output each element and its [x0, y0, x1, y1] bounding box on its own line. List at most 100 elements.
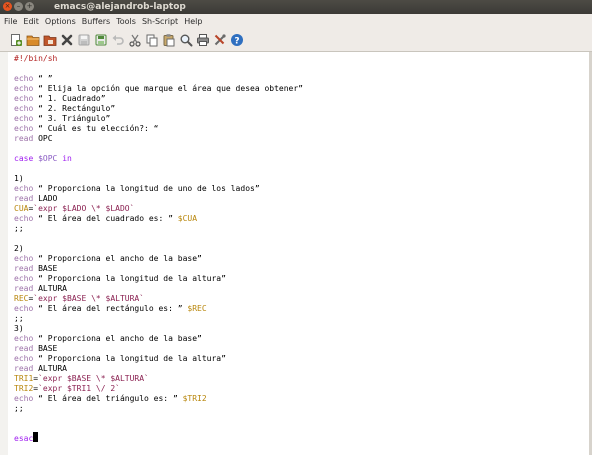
window-title: emacs@alejandrob-laptop	[54, 2, 186, 12]
text-cursor	[33, 432, 38, 442]
code-line: read ALTURA	[14, 364, 67, 374]
code-token: BASE	[33, 264, 58, 273]
menu-edit[interactable]: Edit	[20, 14, 42, 29]
code-line: read BASE	[14, 344, 57, 354]
code-token: $CUA	[177, 214, 198, 223]
cut-icon[interactable]	[128, 33, 142, 47]
code-token: echo	[14, 334, 34, 343]
code-token: “ El área del triángulo es: ”	[33, 394, 183, 403]
open-folder-icon[interactable]	[26, 33, 40, 47]
code-token: echo	[14, 94, 34, 103]
code-line: echo “ ”	[14, 74, 53, 84]
code-token: “ 3. Triángulo”	[33, 114, 111, 123]
code-token: read	[14, 364, 34, 373]
code-token: “ Proporciona el ancho de la base”	[33, 334, 202, 343]
code-token: esac	[14, 434, 34, 443]
title-bar[interactable]: × – + emacs@alejandrob-laptop	[0, 0, 592, 14]
code-token: “ Elija la opción que marque el área que…	[33, 84, 303, 93]
code-token: BASE	[33, 344, 58, 353]
new-file-icon[interactable]	[9, 33, 23, 47]
code-token: echo	[14, 124, 34, 133]
menu-options[interactable]: Options	[42, 14, 79, 29]
code-line: CUA=`expr $LADO \* $LADO`	[14, 204, 134, 214]
paste-icon[interactable]	[162, 33, 176, 47]
code-line: echo “ Cuál es tu elección?: “	[14, 124, 159, 134]
code-line: ;;	[14, 314, 24, 324]
copy-icon[interactable]	[145, 33, 159, 47]
code-token: read	[14, 284, 34, 293]
code-token: `expr $BASE \* $ALTURA`	[33, 294, 145, 303]
code-line: echo “ Elija la opción que marque el áre…	[14, 84, 303, 94]
code-token: echo	[14, 214, 34, 223]
menu-tools[interactable]: Tools	[113, 14, 139, 29]
code-line: #!/bin/sh	[14, 54, 57, 64]
save-icon[interactable]	[77, 33, 91, 47]
menu-sh-script[interactable]: Sh-Script	[139, 14, 181, 29]
code-line: echo “ El área del cuadrado es: ” $CUA	[14, 214, 197, 224]
code-line: echo “ El área del rectángulo es: ” $REC	[14, 304, 207, 314]
code-token: echo	[14, 114, 34, 123]
code-line: ;;	[14, 224, 24, 234]
code-token: “ Proporciona la longitud de uno de los …	[33, 184, 260, 193]
code-line: echo “ Proporciona la longitud de la alt…	[14, 274, 226, 284]
code-line: case $OPC in	[14, 154, 72, 164]
code-line: TRI2=`expr $TRI1 \/ 2`	[14, 384, 120, 394]
minimize-window-icon[interactable]: –	[14, 2, 23, 11]
code-token: “ El área del cuadrado es: ”	[33, 214, 178, 223]
code-token: `expr $TRI1 \/ 2`	[38, 384, 120, 393]
code-token: 2)	[14, 244, 24, 253]
code-line: echo “ 2. Rectángulo”	[14, 104, 115, 114]
code-token: echo	[14, 74, 34, 83]
code-token: echo	[14, 184, 34, 193]
save-as-icon[interactable]	[94, 33, 108, 47]
code-token: #!/bin/sh	[14, 54, 58, 63]
code-token: “ 1. Cuadrado”	[33, 94, 106, 103]
left-fringe	[0, 52, 8, 455]
menu-buffers[interactable]: Buffers	[79, 14, 113, 29]
code-token: ALTURA	[33, 284, 67, 293]
code-line: echo “ Proporciona la longitud de uno de…	[14, 184, 260, 194]
code-token: `expr $BASE \* $ALTURA`	[38, 374, 149, 383]
code-token: “ Proporciona la longitud de la altura”	[33, 354, 226, 363]
code-line: ;;	[14, 404, 24, 414]
help-icon[interactable]: ?	[230, 33, 244, 47]
code-line: echo “ Proporciona el ancho de la base”	[14, 254, 202, 264]
close-window-icon[interactable]: ×	[3, 2, 12, 11]
maximize-window-icon[interactable]: +	[25, 2, 34, 11]
preferences-icon[interactable]	[213, 33, 227, 47]
search-icon[interactable]	[179, 33, 193, 47]
code-token: 3)	[14, 324, 24, 333]
code-line: echo “ El área del triángulo es: ” $TRI2	[14, 394, 207, 404]
code-line: read ALTURA	[14, 284, 67, 294]
code-token: 1)	[14, 174, 24, 183]
code-line: TRI1=`expr $BASE \* $ALTURA`	[14, 374, 149, 384]
code-line: 1)	[14, 174, 24, 184]
code-token: echo	[14, 84, 34, 93]
code-token: $REC	[187, 304, 207, 313]
code-token: “ Cuál es tu elección?: “	[33, 124, 159, 133]
code-token: `expr $LADO \* $LADO`	[33, 204, 135, 213]
code-token: echo	[14, 274, 34, 283]
menu-file[interactable]: File	[1, 14, 20, 29]
undo-icon[interactable]	[111, 33, 125, 47]
code-token: echo	[14, 304, 34, 313]
code-token: “ Proporciona la longitud de la altura”	[33, 274, 226, 283]
code-line: echo “ Proporciona la longitud de la alt…	[14, 354, 226, 364]
code-line: 3)	[14, 324, 24, 334]
code-token: echo	[14, 254, 34, 263]
editor-buffer[interactable]: #!/bin/sh echo “ ” echo “ Elija la opción …	[0, 52, 592, 455]
code-token: ALTURA	[33, 364, 67, 373]
code-token: OPC	[33, 134, 53, 143]
print-icon[interactable]	[196, 33, 210, 47]
code-token: LADO	[33, 194, 58, 203]
dired-icon[interactable]	[43, 33, 57, 47]
code-token: echo	[14, 104, 34, 113]
window-controls: × – +	[3, 2, 34, 12]
code-token: TRI1	[14, 374, 34, 383]
code-line: esac	[14, 434, 33, 444]
menu-help[interactable]: Help	[181, 14, 205, 29]
code-token: TRI2	[14, 384, 34, 393]
close-buffer-icon[interactable]	[60, 33, 74, 47]
code-line: read LADO	[14, 194, 57, 204]
code-token: read	[14, 134, 34, 143]
